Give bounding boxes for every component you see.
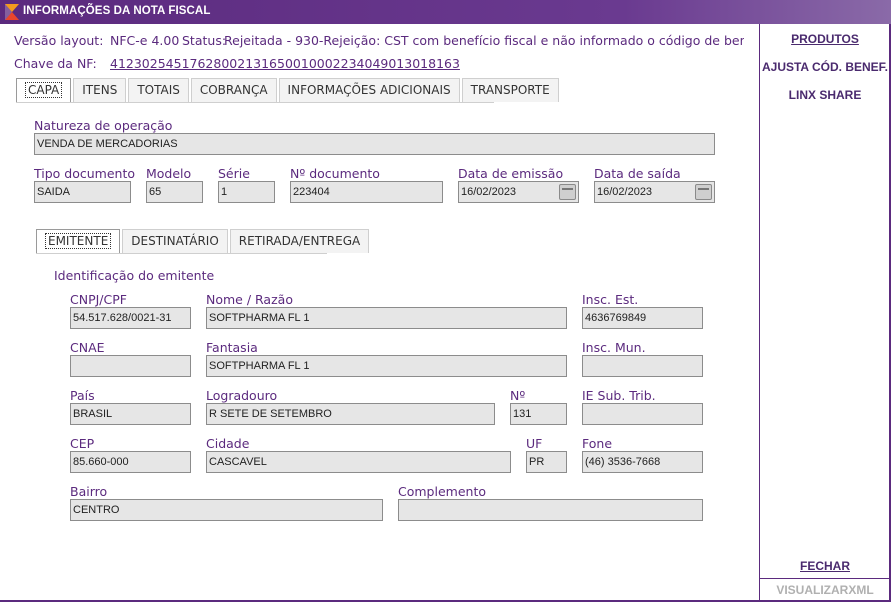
window-title: INFORMAÇÕES DA NOTA FISCAL [23, 5, 211, 17]
bairro-label: Bairro [70, 484, 108, 499]
tab-capa[interactable]: CAPA [16, 78, 72, 102]
cnae-field[interactable] [70, 355, 191, 377]
action-sidebar: PRODUTOS AJUSTA CÓD. BENEF. LINX SHARE F… [759, 24, 891, 602]
pais-field[interactable]: BRASIL [70, 403, 191, 425]
data-saida-label: Data de saída [594, 166, 681, 181]
ajusta-cod-benef-button[interactable]: AJUSTA CÓD. BENEF. [760, 60, 890, 74]
tab-transporte[interactable]: TRANSPORTE [461, 78, 559, 102]
section-title-emitente: Identificação do emitente [54, 268, 215, 283]
bairro-field[interactable]: CENTRO [70, 499, 383, 521]
tab-itens[interactable]: ITENS [73, 78, 127, 102]
sub-tabs: EMITENTE DESTINATÁRIO RETIRADA/ENTREGA [36, 229, 371, 253]
numero-documento-label: Nº documento [290, 166, 380, 181]
cep-field[interactable]: 85.660-000 [70, 451, 191, 473]
chave-label: Chave da NF: [14, 56, 97, 71]
tab-destinatario[interactable]: DESTINATÁRIO [122, 229, 228, 253]
insc-est-label: Insc. Est. [582, 292, 639, 307]
insc-est-field[interactable]: 4636769849 [582, 307, 703, 329]
fantasia-label: Fantasia [206, 340, 258, 355]
data-emissao-label: Data de emissão [458, 166, 564, 181]
fechar-button[interactable]: FECHAR [760, 559, 890, 573]
fone-field[interactable]: (46) 3536-7668 [582, 451, 703, 473]
version-label: Versão layout: [14, 33, 104, 48]
tab-emitente[interactable]: EMITENTE [36, 229, 121, 253]
cep-label: CEP [70, 436, 95, 451]
status-label: Status: [182, 33, 227, 48]
serie-field[interactable]: 1 [218, 181, 275, 203]
produtos-button[interactable]: PRODUTOS [760, 32, 890, 46]
linx-share-button[interactable]: LINX SHARE [760, 88, 890, 102]
app-logo-icon [5, 4, 19, 20]
tipo-documento-label: Tipo documento [34, 166, 135, 181]
modelo-field[interactable]: 65 [146, 181, 203, 203]
version-value: NFC-e 4.00 [110, 33, 180, 48]
insc-mun-label: Insc. Mun. [582, 340, 646, 355]
cnae-label: CNAE [70, 340, 105, 355]
tabs-divider [16, 102, 494, 103]
ie-sub-trib-label: IE Sub. Trib. [582, 388, 656, 403]
nome-razao-field[interactable]: SOFTPHARMA FL 1 [206, 307, 567, 329]
insc-mun-field[interactable] [582, 355, 703, 377]
nome-razao-label: Nome / Razão [206, 292, 293, 307]
complemento-field[interactable] [398, 499, 703, 521]
numero-documento-field[interactable]: 223404 [290, 181, 443, 203]
cnpj-field[interactable]: 54.517.628/0021-31 [70, 307, 191, 329]
logradouro-field[interactable]: R SETE DE SETEMBRO [206, 403, 495, 425]
data-saida-value: 16/02/2023 [597, 186, 653, 198]
calendar-icon[interactable] [559, 184, 576, 200]
data-emissao-field[interactable]: 16/02/2023 [458, 181, 579, 203]
tab-totais[interactable]: TOTAIS [128, 78, 189, 102]
pais-label: País [70, 388, 95, 403]
modelo-label: Modelo [146, 166, 192, 181]
uf-field[interactable]: PR [526, 451, 567, 473]
tab-informacoes-adicionais[interactable]: INFORMAÇÕES ADICIONAIS [278, 78, 460, 102]
complemento-label: Complemento [398, 484, 486, 499]
calendar-icon[interactable] [695, 184, 712, 200]
tab-retirada-entrega[interactable]: RETIRADA/ENTREGA [229, 229, 370, 253]
sidebar-divider [760, 578, 890, 579]
chave-link[interactable]: 4123025451762800213165001000223404901301… [110, 56, 460, 71]
numero-field[interactable]: 131 [510, 403, 567, 425]
serie-label: Série [218, 166, 250, 181]
natureza-label: Natureza de operação [34, 118, 173, 133]
tab-cobranca[interactable]: COBRANÇA [190, 78, 277, 102]
data-emissao-value: 16/02/2023 [461, 186, 517, 198]
cidade-field[interactable]: CASCAVEL [206, 451, 511, 473]
cnpj-label: CNPJ/CPF [70, 292, 127, 307]
main-panel: Versão layout: NFC-e 4.00 Status: Rejeit… [0, 24, 759, 602]
data-saida-field[interactable]: 16/02/2023 [594, 181, 715, 203]
natureza-field[interactable]: VENDA DE MERCADORIAS [34, 133, 715, 155]
status-value: Rejeitada - 930-Rejeição: CST com benefí… [224, 33, 744, 48]
tipo-documento-field[interactable]: SAIDA [34, 181, 131, 203]
fantasia-field[interactable]: SOFTPHARMA FL 1 [206, 355, 567, 377]
logradouro-label: Logradouro [206, 388, 278, 403]
title-bar: INFORMAÇÕES DA NOTA FISCAL [0, 0, 891, 24]
uf-label: UF [526, 436, 543, 451]
ie-sub-trib-field[interactable] [582, 403, 703, 425]
fone-label: Fone [582, 436, 613, 451]
cidade-label: Cidade [206, 436, 250, 451]
subtabs-divider [36, 253, 327, 254]
main-tabs: CAPA ITENS TOTAIS COBRANÇA INFORMAÇÕES A… [16, 78, 561, 102]
visualizar-xml-button[interactable]: VISUALIZARXML [760, 583, 890, 597]
numero-label: Nº [510, 388, 526, 403]
